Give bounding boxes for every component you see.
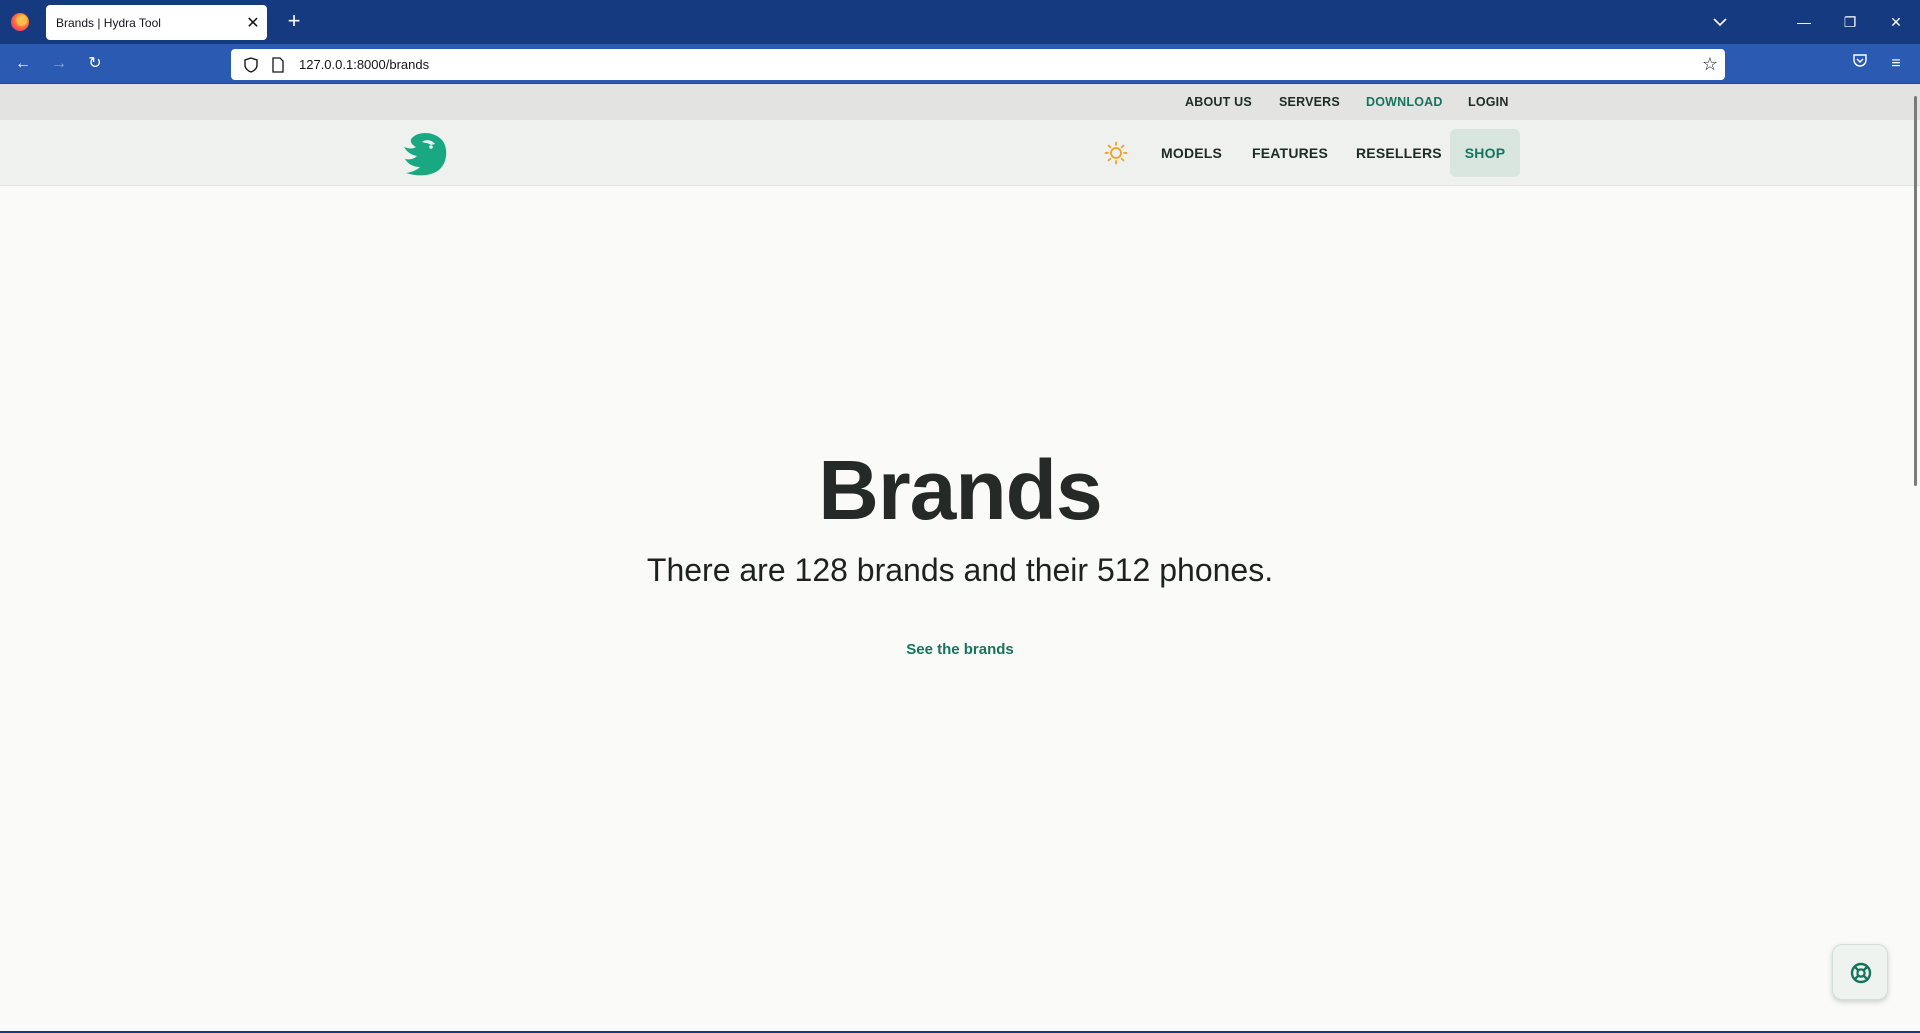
about-us-link[interactable]: ABOUT US xyxy=(1185,95,1252,109)
site-main-nav: MODELS FEATURES RESELLERS SHOP xyxy=(0,120,1920,186)
support-button[interactable] xyxy=(1832,944,1888,1000)
nav-features[interactable]: FEATURES xyxy=(1252,145,1328,161)
hydra-logo[interactable] xyxy=(398,128,450,178)
page-subtitle: There are 128 brands and their 512 phone… xyxy=(646,552,1274,588)
sun-icon[interactable] xyxy=(1104,141,1128,165)
login-link[interactable]: LOGIN xyxy=(1468,95,1509,109)
firefox-icon xyxy=(11,13,29,31)
download-link[interactable]: DOWNLOAD xyxy=(1366,95,1443,109)
site-topbar: ABOUT US SERVERS DOWNLOAD LOGIN xyxy=(0,84,1920,120)
star-icon[interactable]: ☆ xyxy=(1695,54,1725,75)
nav-shop-button[interactable]: SHOP xyxy=(1450,129,1520,177)
page-icon xyxy=(272,56,284,73)
see-brands-link[interactable]: See the brands xyxy=(0,641,1920,658)
url-bar[interactable]: 127.0.0.1:8000/brands ☆ xyxy=(231,49,1725,80)
arrow-right-icon[interactable]: → xyxy=(45,52,73,76)
close-icon[interactable]: ✕ xyxy=(239,13,267,33)
tab-title: Brands | Hydra Tool xyxy=(56,15,161,30)
servers-link[interactable]: SERVERS xyxy=(1279,95,1340,109)
arrow-left-icon[interactable]: ← xyxy=(9,52,37,76)
chevron-down-icon[interactable] xyxy=(1708,10,1732,34)
url-text[interactable]: 127.0.0.1:8000/brands xyxy=(299,57,1695,72)
reload-icon[interactable]: ↻ xyxy=(81,52,109,76)
close-window-icon[interactable]: ✕ xyxy=(1873,0,1919,44)
hamburger-icon[interactable]: ≡ xyxy=(1882,52,1910,76)
nav-resellers[interactable]: RESELLERS xyxy=(1356,145,1442,161)
page-scrollbar[interactable] xyxy=(1914,96,1917,486)
browser-navigation-bar: ← → ↻ 127.0.0.1:8000/brands ☆ ≡ xyxy=(0,44,1920,84)
minimize-icon[interactable]: — xyxy=(1781,0,1827,44)
restore-icon[interactable]: ❐ xyxy=(1827,0,1873,44)
page-title: Brands xyxy=(818,443,1102,537)
pocket-icon[interactable] xyxy=(1846,52,1874,76)
browser-tab[interactable]: Brands | Hydra Tool ✕ xyxy=(46,5,267,40)
plus-icon[interactable]: + xyxy=(281,9,307,35)
browser-tab-bar: Brands | Hydra Tool ✕ + — ❐ ✕ xyxy=(0,0,1920,44)
nav-models[interactable]: MODELS xyxy=(1161,145,1222,161)
shield-icon[interactable] xyxy=(243,56,259,73)
lifebuoy-icon xyxy=(1850,962,1872,984)
